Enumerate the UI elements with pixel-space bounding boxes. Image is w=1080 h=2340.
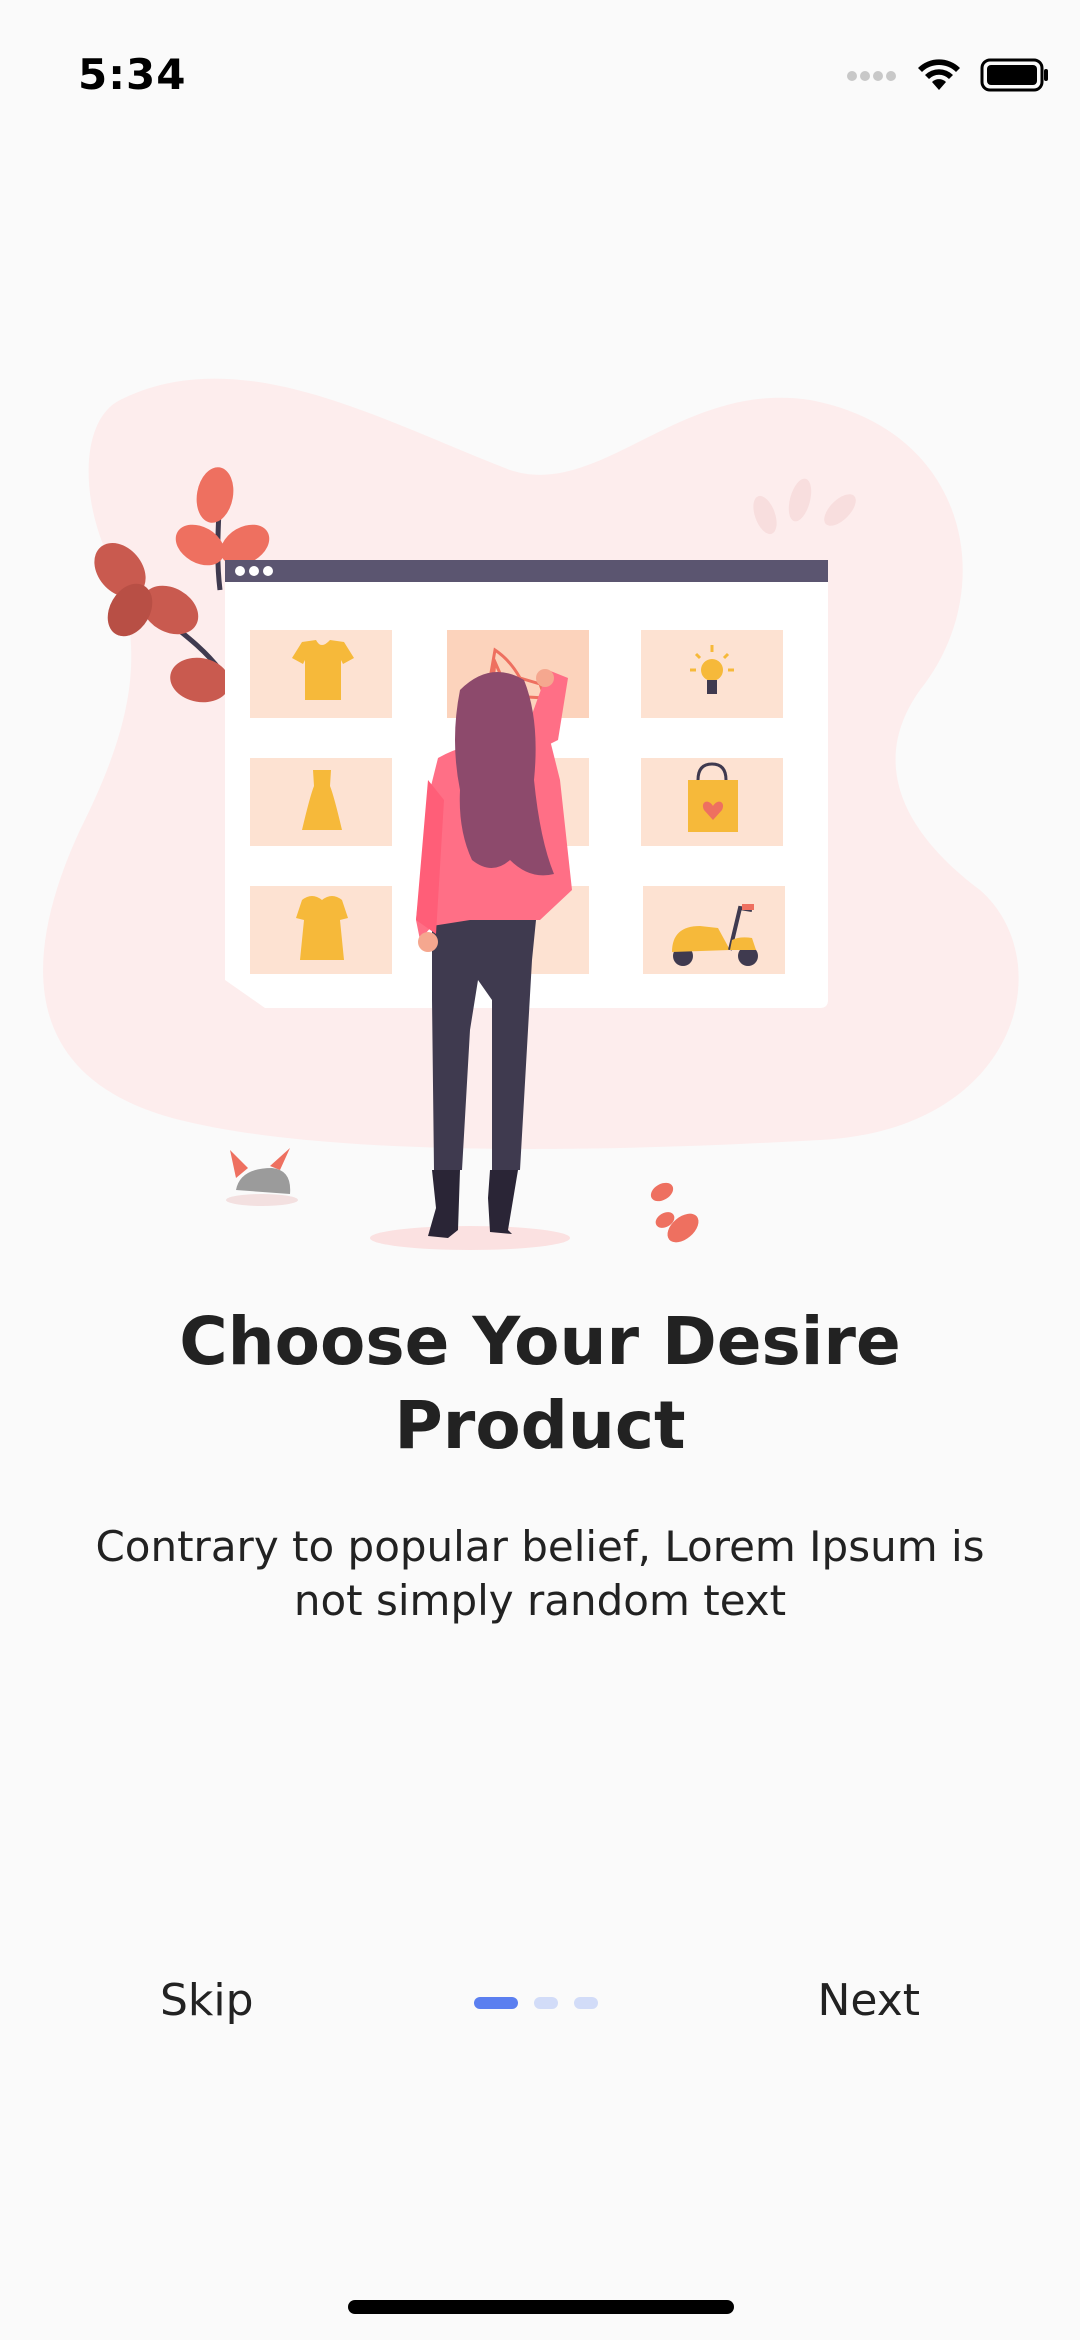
page-dot-2[interactable] [534,1997,558,2009]
home-indicator[interactable] [348,2300,734,2314]
page-dot-3[interactable] [574,1997,598,2009]
ground-leaves [650,1182,699,1243]
title-line-2: Product [394,1387,686,1464]
onboarding-illustration [40,360,1040,1260]
page-title: Choose Your Desire Product [60,1300,1020,1468]
battery-icon [980,58,1050,96]
next-button[interactable]: Next [797,1965,940,2036]
onboarding-navigation: Skip Next [0,1965,1080,2045]
skip-button[interactable]: Skip [140,1965,274,2036]
status-bar: 5:34 [0,0,1080,150]
page-indicator [474,1997,598,2009]
status-time: 5:34 [78,50,187,99]
subtitle-line-2: not simply random text [293,1576,787,1625]
wifi-icon [916,58,962,96]
kids-dress-icon [296,896,348,960]
title-line-1: Choose Your Desire [179,1303,901,1380]
page-dot-1[interactable] [474,1997,518,2009]
status-icons [846,58,1050,96]
cellular-signal-icon [846,68,898,87]
subtitle-line-1: Contrary to popular belief, Lorem Ipsum … [95,1522,985,1571]
page-subtitle: Contrary to popular belief, Lorem Ipsum … [60,1520,1020,1628]
ground-rock-plant [226,1148,298,1206]
